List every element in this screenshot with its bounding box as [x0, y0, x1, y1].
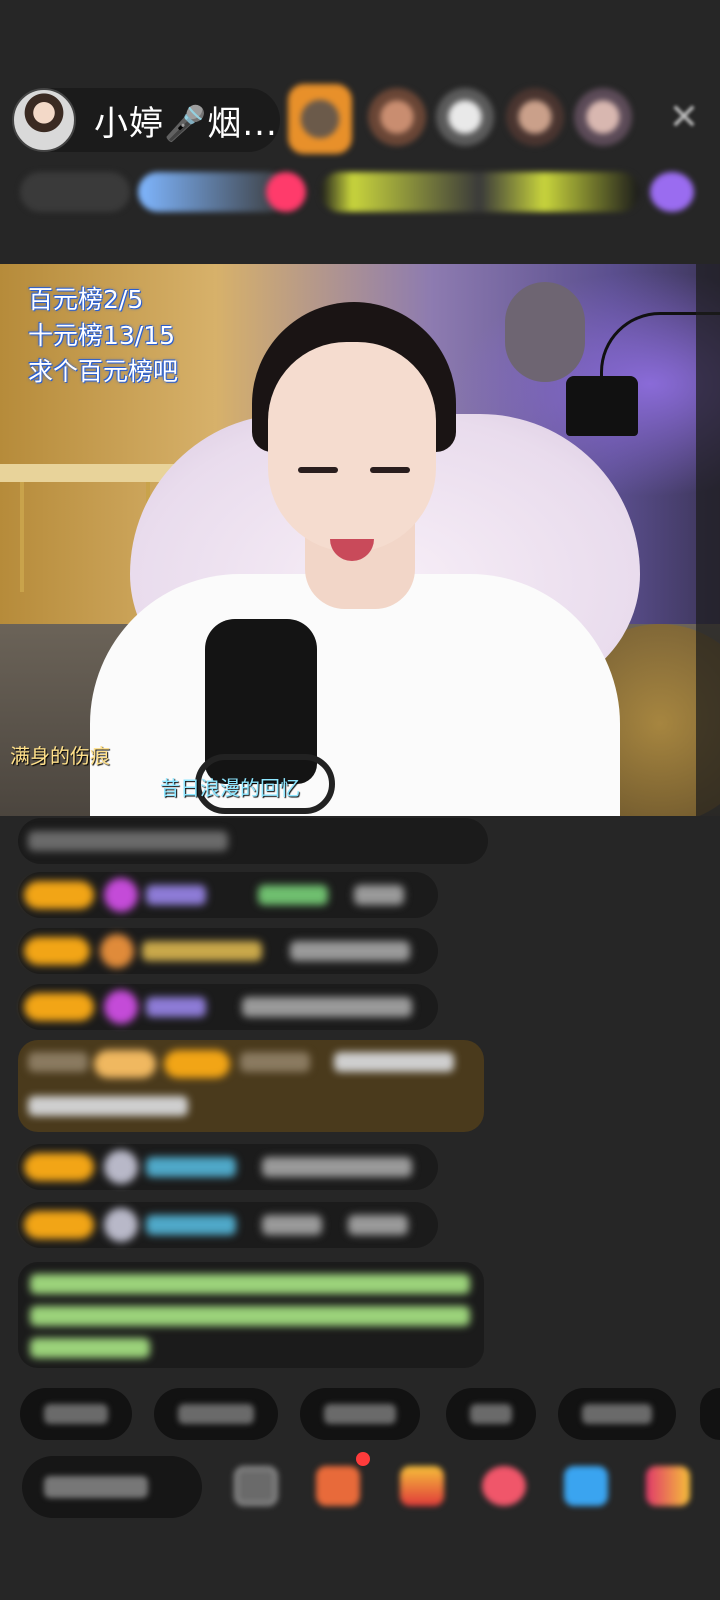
level-chip[interactable] [20, 172, 130, 212]
emoji-icon[interactable] [234, 1466, 278, 1506]
rank-chip[interactable] [320, 172, 640, 212]
live-video[interactable]: 百元榜2/5 十元榜13/15 求个百元榜吧 满身的伤痕 昔日浪漫的回忆 [0, 264, 720, 816]
viewer-avatar[interactable] [506, 88, 564, 146]
quick-reply-button[interactable] [20, 1388, 132, 1440]
video-edge [696, 264, 720, 816]
room-info-row [20, 172, 700, 216]
top-viewer-avatar[interactable] [288, 84, 352, 154]
close-icon[interactable]: ✕ [666, 100, 702, 136]
chat-message-highlight[interactable] [18, 1040, 484, 1132]
overlay-line-3: 求个百元榜吧 [28, 357, 179, 386]
chat-message[interactable] [18, 928, 438, 974]
chat-message[interactable] [18, 1202, 438, 1248]
follow-button[interactable] [266, 172, 306, 212]
activity-chip[interactable] [650, 172, 694, 212]
gift-icon[interactable] [400, 1466, 444, 1506]
heart-icon[interactable] [482, 1466, 526, 1506]
chat-message[interactable] [18, 872, 438, 918]
quick-reply-button[interactable] [558, 1388, 676, 1440]
right-eye [370, 467, 410, 473]
side-table [0, 464, 180, 482]
host-name: 小婷🎤烟... [94, 103, 274, 144]
overlay-line-2: 十元榜13/15 [28, 321, 176, 350]
viewer-avatar[interactable] [436, 88, 494, 146]
quick-reply-button[interactable] [300, 1388, 420, 1440]
system-notice [18, 1262, 484, 1368]
chat-message[interactable] [18, 1144, 438, 1190]
lamp-glow [505, 282, 585, 382]
quick-reply-button[interactable] [446, 1388, 536, 1440]
chat-message[interactable] [18, 984, 438, 1030]
viewer-avatar[interactable] [574, 88, 632, 146]
overlay-line-1: 百元榜2/5 [28, 285, 144, 314]
gift-box-icon[interactable] [316, 1466, 360, 1506]
quick-reply-button[interactable] [700, 1388, 720, 1440]
lyric-center: 昔日浪漫的回忆 [160, 776, 300, 800]
chat-message[interactable] [18, 818, 488, 864]
lamp-shade [566, 376, 638, 436]
game-icon[interactable] [564, 1466, 608, 1506]
viewer-avatar[interactable] [368, 88, 426, 146]
quick-reply-button[interactable] [154, 1388, 278, 1440]
host-avatar[interactable] [12, 88, 76, 152]
notification-dot [356, 1452, 370, 1466]
host-info-pill[interactable]: 小婷🎤烟... [12, 88, 280, 152]
streamer-face [268, 342, 436, 552]
lyric-left: 满身的伤痕 [10, 744, 110, 768]
left-eye [298, 467, 338, 473]
more-icon[interactable] [646, 1466, 690, 1506]
comment-input[interactable] [22, 1456, 202, 1518]
